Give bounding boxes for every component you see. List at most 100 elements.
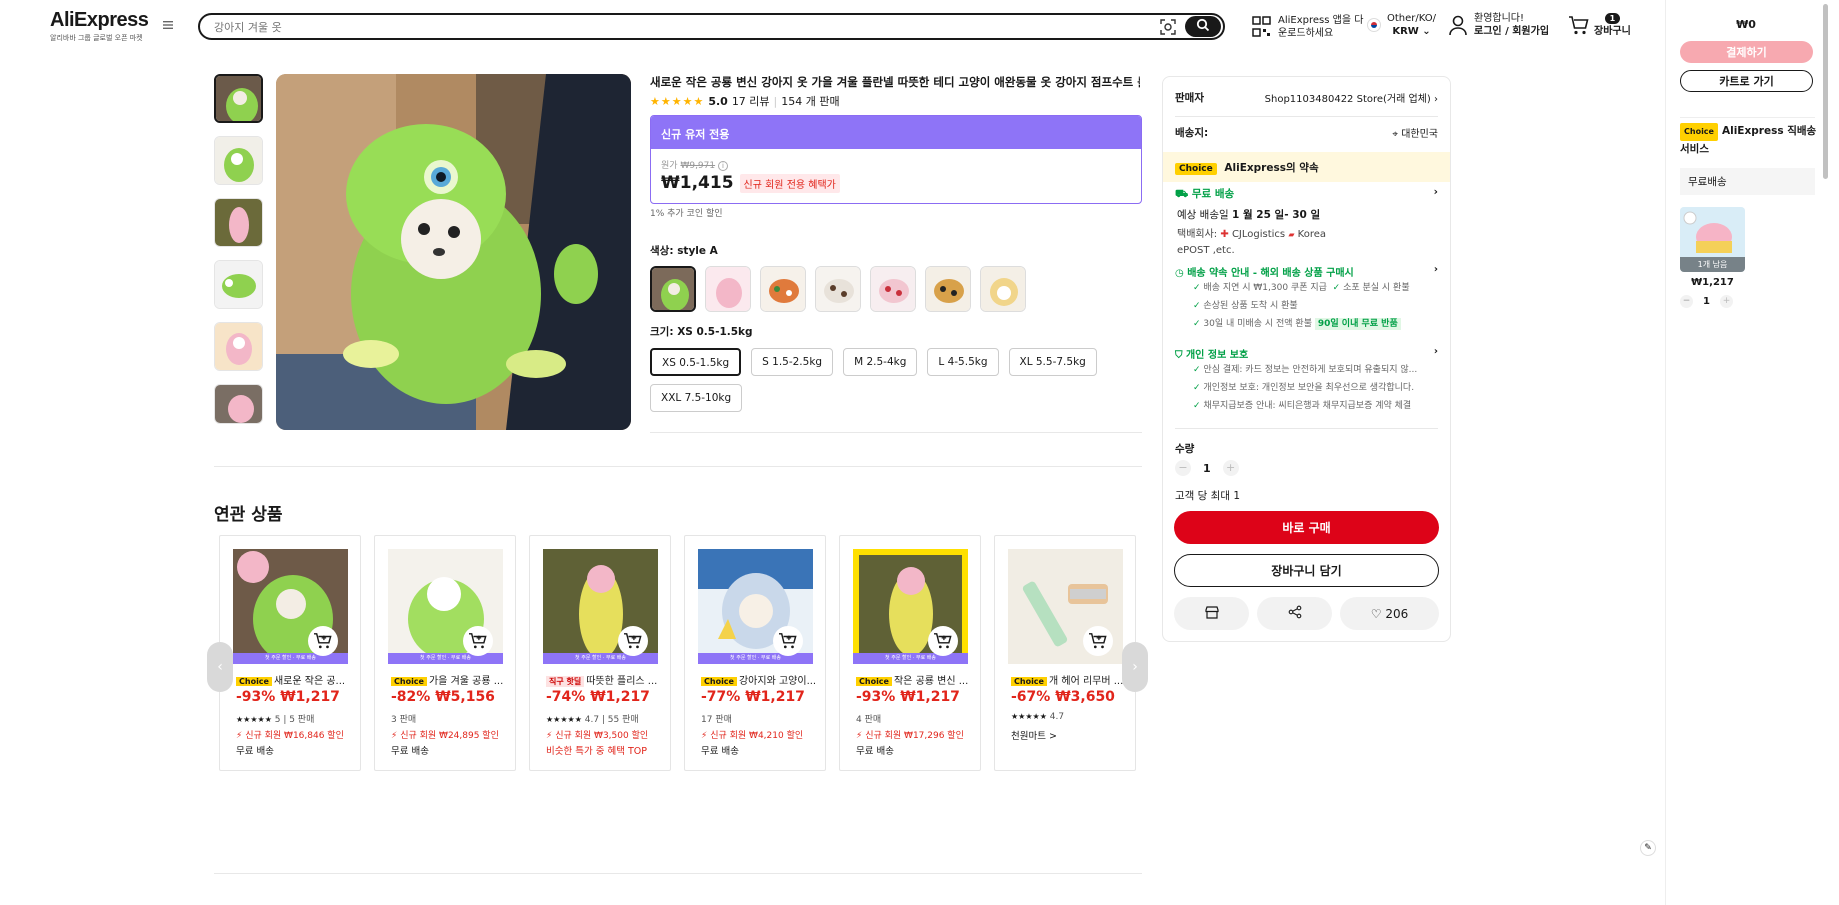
- check-icon: ✓: [1193, 365, 1201, 375]
- add-to-cart-icon[interactable]: [618, 626, 648, 656]
- store-button[interactable]: [1174, 597, 1249, 630]
- add-to-cart-icon[interactable]: [773, 626, 803, 656]
- delivery-promise-section[interactable]: ◷ 배송 약속 안내 - 해외 배송 상품 구매시 › ✓ 배송 지연 시 ₩1…: [1175, 264, 1438, 333]
- product-card-title[interactable]: 작은 공룡 변신 ...: [894, 676, 968, 687]
- color-swatch[interactable]: [650, 266, 696, 312]
- add-to-cart-icon[interactable]: [928, 626, 958, 656]
- search-button[interactable]: [1185, 16, 1221, 37]
- carousel-next-button[interactable]: ›: [1122, 642, 1148, 692]
- product-card-name: Choice 새로운 작은 공...: [236, 672, 354, 687]
- thumbnail[interactable]: [214, 198, 263, 247]
- thumbnail[interactable]: [214, 74, 263, 123]
- thumbnail[interactable]: [214, 136, 263, 185]
- ship-to-row[interactable]: 배송지: ⌖ 대한민국: [1163, 122, 1450, 142]
- color-swatch[interactable]: [925, 266, 971, 312]
- privacy-section[interactable]: ⛉ 개인 정보 보호 › ✓ 안심 결제: 카드 정보는 안전하게 보호되며 유…: [1175, 346, 1438, 415]
- product-card-image[interactable]: 첫 주문 할인 · 무료 배송: [233, 549, 348, 664]
- product-card[interactable]: 첫 주문 할인 · 무료 배송 Choice 강아지와 고양이... -77% ₩1,…: [684, 535, 826, 771]
- lightning-icon: ⚡: [856, 731, 863, 741]
- size-option[interactable]: XXL 7.5-10kg: [650, 384, 743, 412]
- color-swatch[interactable]: [980, 266, 1026, 312]
- account-menu[interactable]: 환영합니다! 로그인 / 회원가입: [1448, 12, 1549, 38]
- search-input[interactable]: [214, 18, 1114, 36]
- cart-item-thumbnail[interactable]: 1개 남음: [1680, 207, 1745, 272]
- wishlist-button[interactable]: ♡ 206: [1340, 597, 1439, 630]
- chevron-down-icon: ⌄: [1422, 26, 1431, 37]
- check-icon: ✓: [1332, 283, 1341, 293]
- plus-button[interactable]: +: [1222, 460, 1239, 476]
- delivery-dates: 1 월 25 일- 30 일: [1231, 209, 1321, 221]
- color-swatch[interactable]: [815, 266, 861, 312]
- aliexpress-logo[interactable]: AliExpress 알리바바 그룹 글로벌 오픈 마켓: [50, 9, 149, 43]
- thumbnail[interactable]: [214, 260, 263, 309]
- color-swatch[interactable]: [870, 266, 916, 312]
- menu-icon[interactable]: [159, 18, 177, 36]
- minus-button[interactable]: −: [1175, 460, 1191, 476]
- go-to-cart-button[interactable]: 카트로 가기: [1680, 70, 1813, 92]
- product-card-image[interactable]: 첫 주문 할인 · 무료 배송: [543, 549, 658, 664]
- app-download[interactable]: AliExpress 앱을 다 운로드하세요: [1252, 14, 1363, 40]
- image-search-icon[interactable]: [1159, 18, 1177, 36]
- add-to-cart-button[interactable]: 장바구니 담기: [1174, 554, 1439, 587]
- feedback-edit-icon[interactable]: ✎: [1640, 840, 1656, 856]
- add-to-cart-icon[interactable]: [463, 626, 493, 656]
- color-swatch[interactable]: [760, 266, 806, 312]
- checkout-button[interactable]: 결제하기: [1680, 41, 1813, 63]
- size-option[interactable]: XL 5.5-7.5kg: [1008, 348, 1097, 376]
- share-button[interactable]: [1257, 597, 1332, 630]
- product-card-title[interactable]: 새로운 작은 공...: [274, 676, 345, 687]
- product-card-name: Choice 개 헤어 리무버 ...: [1011, 672, 1129, 687]
- product-card-tag: Choice: [1011, 677, 1047, 686]
- thumbnail[interactable]: [214, 384, 263, 424]
- info-icon[interactable]: i: [717, 161, 728, 171]
- choice-promise-text: AliExpress의 약속: [1224, 162, 1319, 174]
- region-selector[interactable]: Other/KO/KRW ⌄: [1367, 12, 1436, 38]
- product-card-title[interactable]: 강아지와 고양이...: [739, 676, 816, 687]
- login-signup-link[interactable]: 로그인 / 회원가입: [1474, 25, 1549, 38]
- product-card[interactable]: 첫 주문 할인 · 무료 배송 Choice 가을 겨울 공룡 ... -82% ₩5…: [374, 535, 516, 771]
- product-card-title[interactable]: 개 헤어 리무버 ...: [1049, 676, 1123, 687]
- promo-band: 첫 주문 할인 · 무료 배송: [543, 653, 658, 664]
- product-card[interactable]: 첫 주문 할인 · 무료 배송 직구 핫딜 따뜻한 플리스 ... -74% ₩1,2…: [529, 535, 671, 771]
- shipping-section[interactable]: ⛟ 무료 배송 › 예상 배송일 1 월 25 일- 30 일 택배회사: ✚ …: [1175, 186, 1438, 259]
- product-card-image[interactable]: 첫 주문 할인 · 무료 배송: [698, 549, 813, 664]
- cart-item-qty[interactable]: 1: [1703, 296, 1710, 307]
- thumbnail[interactable]: [214, 322, 263, 371]
- delivery-label: 예상 배송일: [1177, 209, 1229, 221]
- product-card-image[interactable]: [1008, 549, 1123, 664]
- seller-row[interactable]: 판매자 Shop1103480422 Store(거래 업체) ›: [1163, 87, 1450, 107]
- product-card[interactable]: Choice 개 헤어 리무버 ... -67% ₩3,650 ★★★★★ 4.7 천원…: [994, 535, 1136, 771]
- size-option[interactable]: L 4-5.5kg: [927, 348, 999, 376]
- buy-now-button[interactable]: 바로 구매: [1174, 511, 1439, 544]
- cj-logo-icon: ✚: [1220, 229, 1229, 240]
- product-card-deal-text: 신규 회원 ₩17,296 할인: [865, 731, 964, 741]
- scrollbar-thumb[interactable]: [1823, 4, 1828, 179]
- user-icon: [1449, 15, 1467, 36]
- review-count[interactable]: 17 리뷰: [732, 93, 770, 109]
- main-product-image[interactable]: [276, 74, 631, 430]
- product-card-title[interactable]: 따뜻한 플리스 ...: [586, 676, 657, 687]
- product-card-tag: Choice: [856, 677, 892, 686]
- quantity-value[interactable]: 1: [1203, 462, 1211, 475]
- carousel-prev-button[interactable]: ‹: [207, 642, 233, 692]
- product-card-title[interactable]: 가을 겨울 공룡 ...: [429, 676, 503, 687]
- product-card-image[interactable]: 첫 주문 할인 · 무료 배송: [388, 549, 503, 664]
- product-card-image[interactable]: 첫 주문 할인 · 무료 배송: [853, 549, 968, 664]
- product-card-rating-text: 3 판매: [391, 715, 417, 725]
- product-card-name: Choice 작은 공룡 변신 ...: [856, 672, 974, 687]
- product-card-deal-text: 신규 회원 ₩4,210 할인: [710, 731, 804, 741]
- store-icon: [1204, 606, 1219, 619]
- size-option[interactable]: S 1.5-2.5kg: [751, 348, 834, 376]
- cart-link[interactable]: 1 장바구니: [1568, 12, 1631, 38]
- add-to-cart-icon[interactable]: [1083, 626, 1113, 656]
- add-to-cart-icon[interactable]: [308, 626, 338, 656]
- size-option[interactable]: XS 0.5-1.5kg: [650, 348, 742, 376]
- product-card[interactable]: 첫 주문 할인 · 무료 배송 Choice 작은 공룡 변신 ... -93% ₩1…: [839, 535, 981, 771]
- plus-button[interactable]: +: [1719, 295, 1733, 308]
- color-swatch[interactable]: [705, 266, 751, 312]
- size-option[interactable]: M 2.5-4kg: [843, 348, 918, 376]
- product-card-deal-text: 신규 회원 ₩3,500 할인: [555, 731, 649, 741]
- minus-button[interactable]: −: [1680, 295, 1693, 308]
- product-card[interactable]: 첫 주문 할인 · 무료 배송 Choice 새로운 작은 공... -93% ₩1,…: [219, 535, 361, 771]
- divider: [214, 466, 1142, 467]
